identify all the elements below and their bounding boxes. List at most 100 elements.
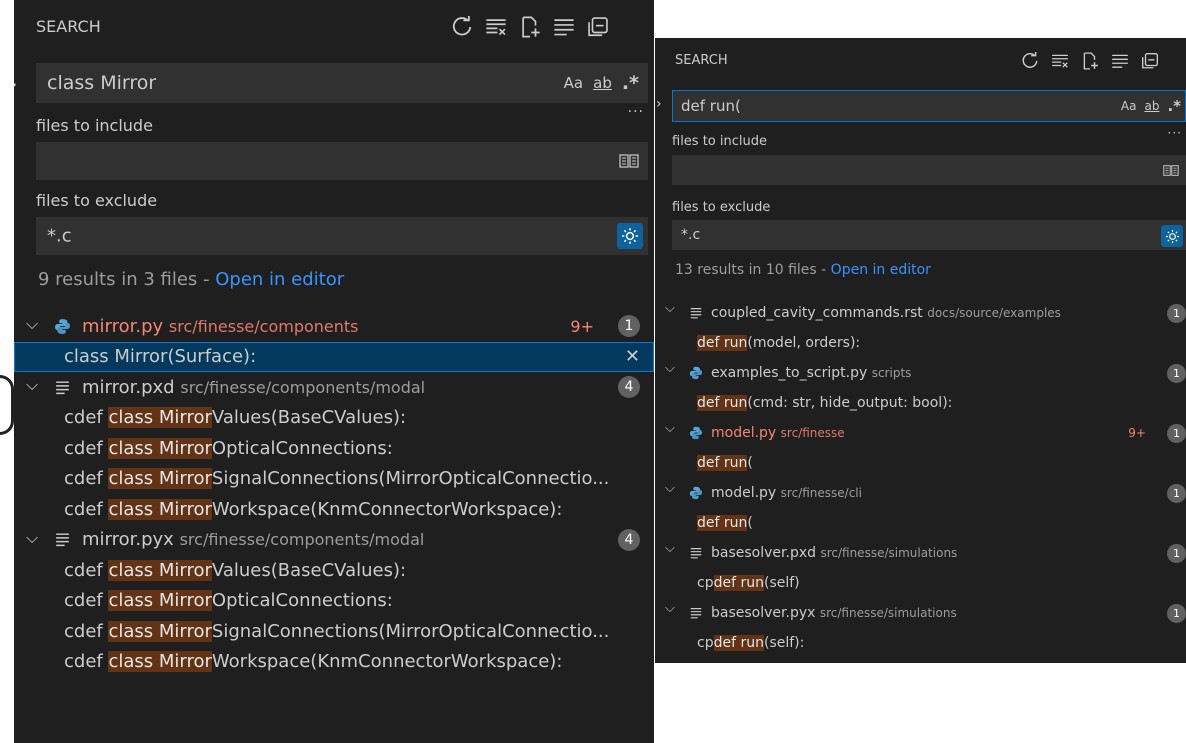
match-highlight: def run (697, 455, 748, 471)
match-text: cdef class MirrorWorkspace(KnmConnectorW… (64, 651, 644, 673)
file-row-mirror-py[interactable]: ⌵ mirror.py src/finesse/components 9+ 1 (14, 311, 654, 342)
files-to-exclude-input[interactable]: *.c (672, 220, 1186, 250)
match-row[interactable]: cdef class MirrorSignalConnections(Mirro… (14, 464, 654, 495)
file-row-coupled-cavity-commands-rst[interactable]: ⌵ coupled_cavity_commands.rst docs/source… (655, 298, 1186, 328)
file-name: coupled_cavity_commands.rst (711, 305, 923, 321)
file-name: examples_to_script.py (711, 365, 868, 381)
match-count-badge: 1 (1167, 423, 1186, 443)
clear-results-icon[interactable] (1045, 50, 1075, 72)
match-highlight: class Mirror (108, 590, 212, 612)
files-to-include-input[interactable] (36, 142, 648, 180)
match-highlight: class Mirror (108, 468, 212, 490)
chevron-down-icon[interactable]: ⌵ (665, 361, 675, 376)
match-prefix: cdef (64, 468, 109, 490)
chevron-down-icon[interactable]: ⌵ (665, 541, 675, 556)
dismiss-icon[interactable]: ✕ (625, 346, 640, 367)
match-row[interactable]: cdef class MirrorOpticalConnections: (14, 586, 654, 617)
chevron-down-icon[interactable]: ⌵ (665, 601, 675, 616)
use-regex-icon[interactable]: .* (1167, 97, 1181, 115)
open-editors-only-icon[interactable] (619, 153, 639, 174)
match-count-badge: 1 (1167, 303, 1186, 323)
match-case-icon[interactable]: Aa (1121, 99, 1137, 113)
panel-edge-handle (0, 375, 14, 435)
file-row-basesolver-pyx[interactable]: ⌵ basesolver.pyx src/finesse/simulations 1 (655, 598, 1186, 628)
chevron-down-icon[interactable]: ⌵ (665, 421, 675, 436)
file-row-model-py[interactable]: ⌵ model.py src/finesse/cli 1 (655, 478, 1186, 508)
match-row[interactable]: cpdef run(self): (655, 628, 1186, 658)
files-to-include-input[interactable] (672, 155, 1186, 185)
match-highlight: class Mirror (108, 407, 212, 429)
new-search-editor-icon[interactable] (513, 14, 547, 40)
refresh-icon[interactable] (1015, 50, 1045, 72)
search-options: Aa ab .* (564, 72, 639, 94)
toggle-replace-icon[interactable]: › (14, 74, 17, 95)
chevron-down-icon[interactable]: ⌵ (26, 528, 38, 548)
use-exclude-settings-icon[interactable] (617, 223, 643, 249)
python-icon (689, 426, 703, 440)
match-row[interactable]: cdef class MirrorWorkspace(KnmConnectorW… (14, 494, 654, 525)
collapse-all-icon[interactable] (1135, 50, 1165, 72)
text-file-icon (689, 546, 703, 560)
match-whole-word-icon[interactable]: ab (593, 74, 612, 92)
text-file-icon (689, 306, 703, 320)
match-row[interactable]: def run(model, orders): (655, 328, 1186, 358)
panel-title: SEARCH (36, 16, 101, 36)
chevron-down-icon[interactable]: ⌵ (665, 301, 675, 316)
chevron-down-icon[interactable]: ⌵ (665, 481, 675, 496)
file-label: mirror.pxd src/finesse/components/modal (82, 377, 425, 398)
chevron-down-icon[interactable]: ⌵ (26, 314, 38, 334)
view-as-tree-icon[interactable] (1105, 50, 1135, 72)
match-prefix: cp (697, 635, 714, 651)
file-label: coupled_cavity_commands.rst docs/source/… (711, 305, 1061, 321)
match-row[interactable]: def run( (655, 448, 1186, 478)
file-name: model.py (711, 425, 777, 441)
match-count-badge: 1 (1167, 603, 1186, 623)
match-row[interactable]: cdef class MirrorWorkspace(KnmConnectorW… (14, 647, 654, 678)
results-summary: 9 results in 3 files - Open in editor (38, 269, 344, 290)
open-in-editor-link[interactable]: Open in editor (831, 262, 931, 278)
clear-results-icon[interactable] (479, 14, 513, 40)
match-case-icon[interactable]: Aa (564, 74, 583, 92)
open-editors-only-icon[interactable] (1163, 164, 1179, 181)
collapse-all-icon[interactable] (581, 14, 615, 40)
match-row[interactable]: cdef class MirrorValues(BaseCValues): (14, 555, 654, 586)
match-row[interactable]: def run( (655, 508, 1186, 538)
match-row[interactable]: def run(cmd: str, hide_output: bool): (655, 388, 1186, 418)
files-to-exclude-input[interactable]: *.c (36, 217, 648, 255)
match-row[interactable]: cdef class MirrorValues(BaseCValues): (14, 403, 654, 434)
problems-count: 9+ (1128, 426, 1146, 440)
file-row-examples-to-script-py[interactable]: ⌵ examples_to_script.py scripts 1 (655, 358, 1186, 388)
toggle-replace-icon[interactable]: › (656, 96, 662, 112)
match-row[interactable]: class Mirror(Surface): ✕ (14, 341, 654, 372)
toggle-details-icon[interactable]: ··· (1168, 126, 1182, 140)
text-file-icon (689, 606, 703, 620)
match-text: class Mirror(Surface): (64, 346, 644, 367)
open-in-editor-link[interactable]: Open in editor (215, 269, 344, 290)
text-file-icon (54, 531, 71, 548)
match-text: def run( (697, 515, 1176, 531)
match-suffix: (Surface): (167, 346, 257, 368)
match-prefix: cdef (64, 559, 109, 581)
file-row-mirror-pyx[interactable]: ⌵ mirror.pyx src/finesse/components/modal… (14, 525, 654, 556)
view-as-tree-icon[interactable] (547, 14, 581, 40)
results-summary-text: 9 results in 3 files - (38, 269, 216, 290)
use-regex-icon[interactable]: .* (622, 72, 639, 94)
search-input[interactable]: class Mirror Aa ab .* (36, 63, 648, 103)
file-row-mirror-pxd[interactable]: ⌵ mirror.pxd src/finesse/components/modal… (14, 372, 654, 403)
toggle-details-icon[interactable]: ··· (628, 104, 644, 120)
file-row-model-py[interactable]: ⌵ model.py src/finesse 9+ 1 (655, 418, 1186, 448)
match-highlight: def run (713, 575, 764, 591)
search-input[interactable]: def run( Aa ab .* (672, 90, 1186, 122)
refresh-icon[interactable] (445, 14, 479, 40)
file-row-basesolver-pxd[interactable]: ⌵ basesolver.pxd src/finesse/simulations 1 (655, 538, 1186, 568)
match-highlight: class Mirror (108, 620, 212, 642)
chevron-down-icon[interactable]: ⌵ (26, 375, 38, 395)
match-whole-word-icon[interactable]: ab (1144, 99, 1159, 113)
match-row[interactable]: cdef class MirrorOpticalConnections: (14, 433, 654, 464)
match-row[interactable]: cdef class MirrorSignalConnections(Mirro… (14, 616, 654, 647)
use-exclude-settings-icon[interactable] (1161, 225, 1183, 247)
match-text: cdef class MirrorSignalConnections(Mirro… (64, 620, 644, 642)
new-search-editor-icon[interactable] (1075, 50, 1105, 72)
files-to-include-label: files to include (36, 116, 153, 135)
match-row[interactable]: cpdef run(self) (655, 568, 1186, 598)
